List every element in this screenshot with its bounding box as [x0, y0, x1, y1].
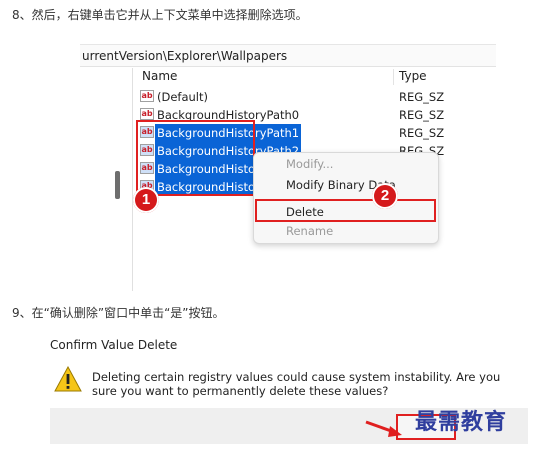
column-header-name[interactable]: Name — [142, 69, 177, 83]
step-badge-2: 2 — [372, 183, 398, 209]
menu-item-rename[interactable]: Rename — [286, 224, 333, 238]
tree-pane[interactable] — [80, 68, 130, 291]
column-separator[interactable] — [393, 69, 394, 85]
registry-path-bar[interactable]: urrentVersion\Explorer\Wallpapers — [80, 45, 496, 67]
column-header-type[interactable]: Type — [399, 69, 427, 83]
pane-divider — [132, 68, 133, 291]
dialog-message: Deleting certain registry values could c… — [92, 370, 501, 398]
selection-highlight-box — [136, 120, 255, 196]
step-8-instruction: 8、然后，右键单击它并从上下文菜单中选择删除选项。 — [12, 8, 308, 22]
string-value-icon: ab — [140, 108, 154, 120]
pane-splitter-handle[interactable] — [115, 171, 120, 199]
red-arrow-icon — [365, 420, 402, 437]
delete-highlight-box — [255, 199, 436, 222]
value-type: REG_SZ — [399, 90, 445, 104]
warning-icon — [54, 366, 82, 392]
context-menu: Modify... Modify Binary Data Delete Rena… — [253, 152, 439, 244]
value-name: (Default) — [157, 90, 208, 104]
dialog-title: Confirm Value Delete — [50, 338, 178, 352]
registry-value-row[interactable]: ab (Default) REG_SZ — [138, 88, 488, 106]
watermark-logo: 最需教育 — [415, 409, 508, 435]
string-value-icon: ab — [140, 90, 154, 102]
step-badge-1: 1 — [133, 187, 159, 213]
menu-item-modify[interactable]: Modify... — [286, 157, 333, 171]
value-type: REG_SZ — [399, 108, 445, 122]
step-9-instruction: 9、在“确认删除”窗口中单击“是”按钮。 — [12, 306, 225, 320]
value-type: REG_SZ — [399, 126, 445, 140]
